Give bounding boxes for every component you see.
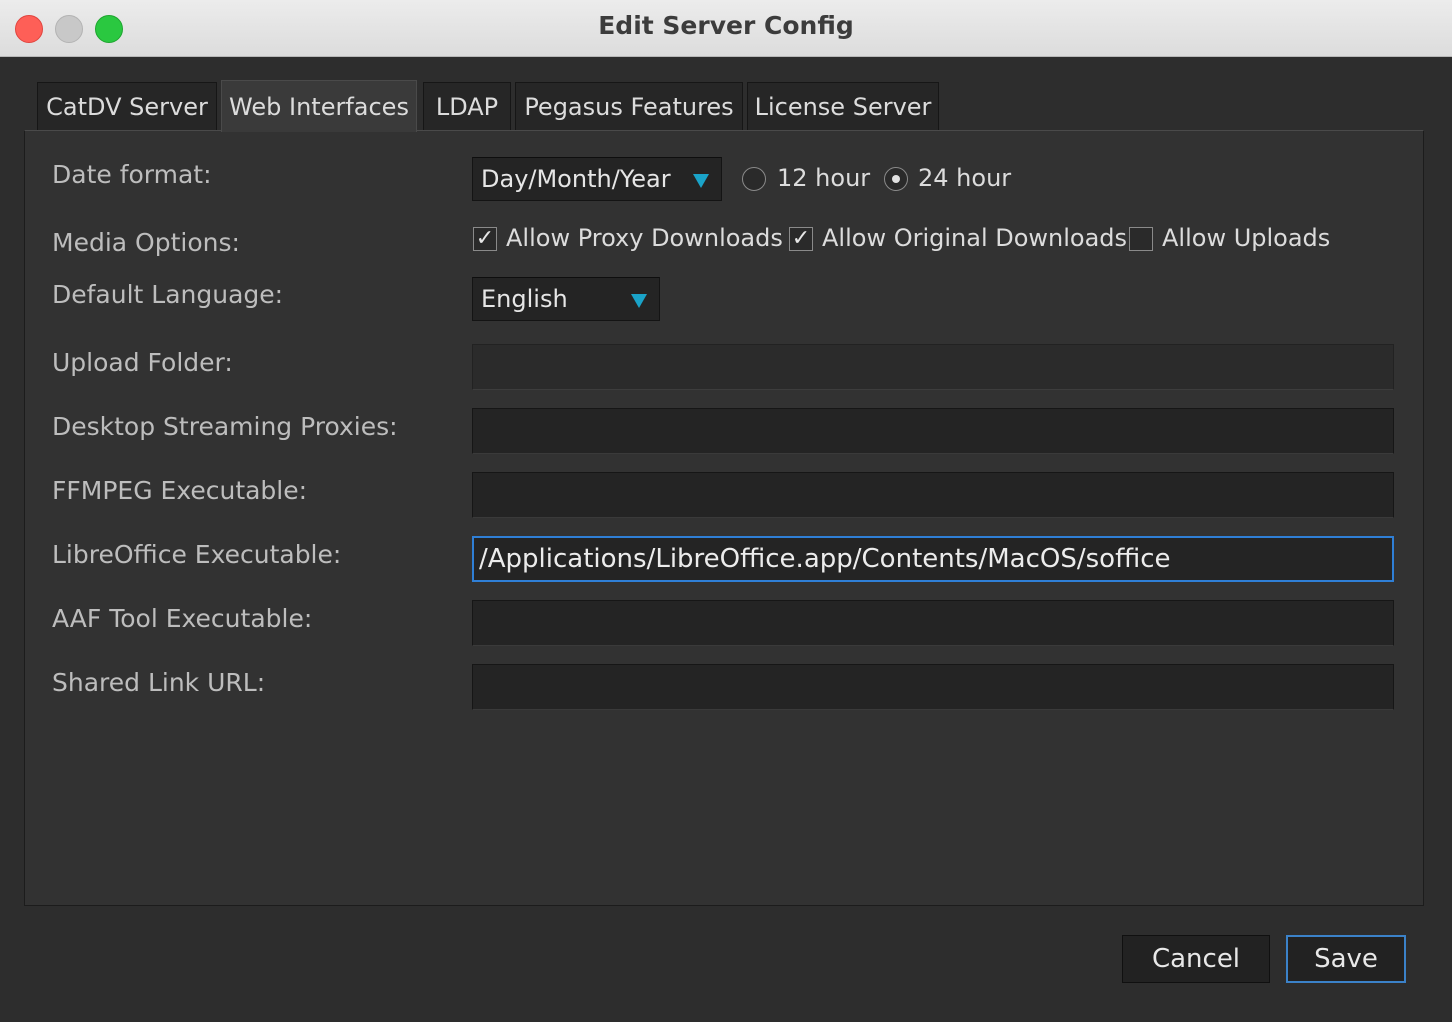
dropdown-arrow-icon [693,174,709,188]
tab-web-interfaces[interactable]: Web Interfaces [221,80,417,132]
window-title: Edit Server Config [598,11,854,40]
default-language-value: English [481,285,568,313]
upload-folder-input[interactable] [472,344,1394,390]
desktop-streaming-proxies-input[interactable] [472,408,1394,454]
allow-original-downloads-checkbox[interactable]: ✓ [789,227,813,251]
default-language-select[interactable]: English [472,277,660,321]
tab-catdv-server[interactable]: CatDV Server [37,82,217,130]
desktop-streaming-proxies-label: Desktop Streaming Proxies: [52,412,398,441]
title-bar: Edit Server Config [0,0,1452,57]
libreoffice-executable-label: LibreOffice Executable: [52,540,342,569]
shared-link-url-label: Shared Link URL: [52,668,266,697]
ffmpeg-executable-label: FFMPEG Executable: [52,476,308,505]
shared-link-url-input[interactable] [472,664,1394,710]
radio-24-hour[interactable] [884,167,908,191]
ffmpeg-executable-input[interactable] [472,472,1394,518]
tab-pegasus-features[interactable]: Pegasus Features [515,82,743,130]
radio-12-hour-label: 12 hour [777,164,871,192]
allow-proxy-downloads-label: Allow Proxy Downloads [506,224,783,252]
default-language-label: Default Language: [52,280,284,309]
radio-12-hour[interactable] [742,167,766,191]
tab-license-server[interactable]: License Server [747,82,939,130]
aaf-tool-executable-input[interactable] [472,600,1394,646]
date-format-value: Day/Month/Year [481,165,671,193]
allow-proxy-downloads-checkbox[interactable]: ✓ [473,227,497,251]
allow-uploads-label: Allow Uploads [1162,224,1331,252]
allow-uploads-checkbox[interactable] [1129,227,1153,251]
tab-ldap[interactable]: LDAP [423,82,511,130]
radio-24-hour-label: 24 hour [918,164,1012,192]
dropdown-arrow-icon [631,294,647,308]
save-button[interactable]: Save [1286,935,1406,983]
date-format-select[interactable]: Day/Month/Year [472,157,722,201]
libreoffice-executable-input[interactable]: /Applications/LibreOffice.app/Contents/M… [472,536,1394,582]
allow-original-downloads-label: Allow Original Downloads [822,224,1128,252]
date-format-label: Date format: [52,160,212,189]
upload-folder-label: Upload Folder: [52,348,233,377]
media-options-label: Media Options: [52,228,240,257]
cancel-button[interactable]: Cancel [1122,935,1270,983]
aaf-tool-executable-label: AAF Tool Executable: [52,604,313,633]
